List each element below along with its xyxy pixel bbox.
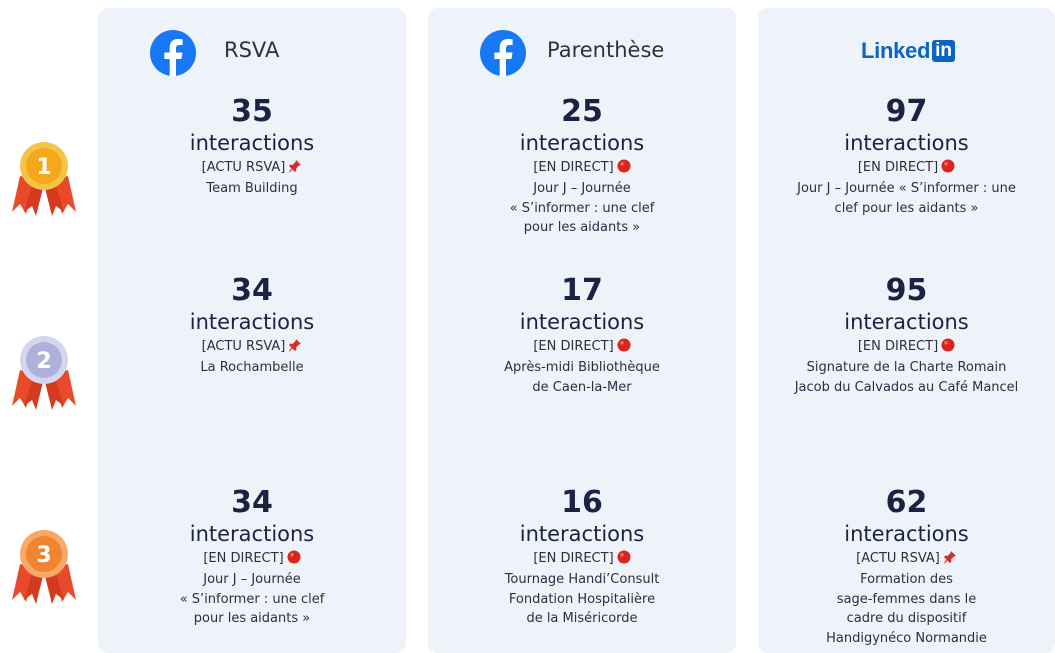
svg-text:1: 1 — [36, 155, 51, 180]
column-linkedin: Linked in 97 interactions [EN DIRECT] Jou… — [758, 8, 1055, 653]
post-tag: [EN DIRECT] — [758, 158, 1055, 179]
red-circle-icon — [617, 550, 631, 570]
entry-rank-1: 97 interactions [EN DIRECT] Jour J – Jou… — [758, 94, 1055, 218]
interaction-unit: interactions — [189, 131, 315, 155]
post-description: Jour J – Journée « S’informer : une clef… — [797, 181, 1016, 216]
interaction-count: 16 — [561, 485, 603, 520]
interaction-unit: interactions — [189, 522, 315, 546]
red-circle-icon — [941, 338, 955, 358]
post-tag: [EN DIRECT] — [428, 337, 736, 358]
red-circle-icon — [617, 159, 631, 179]
interaction-unit: interactions — [189, 310, 315, 334]
post-description: Team Building — [206, 181, 298, 196]
facebook-icon — [150, 30, 196, 76]
entry-rank-2: 34 interactions [ACTU RSVA] La Rochambel… — [98, 273, 406, 378]
post-tag: [EN DIRECT] — [428, 549, 736, 570]
svg-text:2: 2 — [36, 349, 51, 374]
interaction-count: 35 — [231, 94, 273, 129]
column-header: Parenthèse — [428, 30, 736, 78]
column-title: Parenthèse — [547, 38, 665, 62]
post-description: Jour J – Journée « S’informer : une clef… — [179, 572, 325, 626]
entry-rank-2: 95 interactions [EN DIRECT] Signature de… — [758, 273, 1055, 397]
entry-rank-1: 25 interactions [EN DIRECT] Jour J – Jou… — [428, 94, 736, 238]
interaction-unit: interactions — [519, 131, 645, 155]
post-description: Formation des sage-femmes dans le cadre … — [826, 572, 987, 646]
red-circle-icon — [941, 159, 955, 179]
pushpin-icon — [943, 550, 957, 570]
svg-text:3: 3 — [36, 543, 51, 568]
interaction-count: 34 — [231, 485, 273, 520]
column-title: RSVA — [224, 38, 280, 62]
gold-medal-icon: 1 — [10, 136, 78, 218]
interaction-count: 25 — [561, 94, 603, 129]
interaction-count: 34 — [231, 273, 273, 308]
entry-rank-3: 16 interactions [EN DIRECT] Tournage Han… — [428, 485, 736, 629]
post-tag: [EN DIRECT] — [98, 549, 406, 570]
interaction-count: 97 — [885, 94, 928, 129]
post-description: Tournage Handi’Consult Fondation Hospita… — [504, 572, 660, 626]
post-description: Signature de la Charte Romain Jacob du C… — [794, 360, 1019, 395]
facebook-icon — [480, 30, 526, 76]
entry-rank-1: 35 interactions [ACTU RSVA] Team Buildin… — [98, 94, 406, 199]
ranking-board: 1 2 3 RSVA 35 interactions [ACTU RSVA] T… — [0, 0, 1055, 653]
post-tag: [ACTU RSVA] — [758, 549, 1055, 570]
pushpin-icon — [288, 159, 302, 179]
pushpin-icon — [288, 338, 302, 358]
red-circle-icon — [287, 550, 301, 570]
red-circle-icon — [617, 338, 631, 358]
post-description: Après-midi Bibliothèque de Caen-la-Mer — [504, 360, 660, 395]
entry-rank-3: 34 interactions [EN DIRECT] Jour J – Jou… — [98, 485, 406, 629]
post-description: Jour J – Journée « S’informer : une clef… — [509, 181, 655, 235]
interaction-unit: interactions — [844, 310, 969, 334]
column-parenthese: Parenthèse 25 interactions [EN DIRECT] J… — [428, 8, 736, 653]
interaction-unit: interactions — [844, 522, 969, 546]
post-tag: [EN DIRECT] — [758, 337, 1055, 358]
silver-medal-icon: 2 — [10, 330, 78, 412]
entry-rank-2: 17 interactions [EN DIRECT] Après-midi B… — [428, 273, 736, 397]
interaction-unit: interactions — [519, 522, 645, 546]
interaction-unit: interactions — [844, 131, 969, 155]
interaction-count: 95 — [885, 273, 928, 308]
bronze-medal-icon: 3 — [10, 524, 78, 606]
interaction-unit: interactions — [519, 310, 645, 334]
linkedin-logo-icon: Linked in — [861, 36, 955, 66]
post-tag: [ACTU RSVA] — [98, 337, 406, 358]
post-description: La Rochambelle — [200, 360, 304, 375]
entry-rank-3: 62 interactions [ACTU RSVA] Formation de… — [758, 485, 1055, 648]
interaction-count: 17 — [561, 273, 603, 308]
post-tag: [ACTU RSVA] — [98, 158, 406, 179]
column-header: Linked in — [758, 30, 1055, 78]
interaction-count: 62 — [885, 485, 928, 520]
column-rsva: RSVA 35 interactions [ACTU RSVA] Team Bu… — [98, 8, 406, 653]
post-tag: [EN DIRECT] — [428, 158, 736, 179]
column-header: RSVA — [98, 30, 406, 78]
